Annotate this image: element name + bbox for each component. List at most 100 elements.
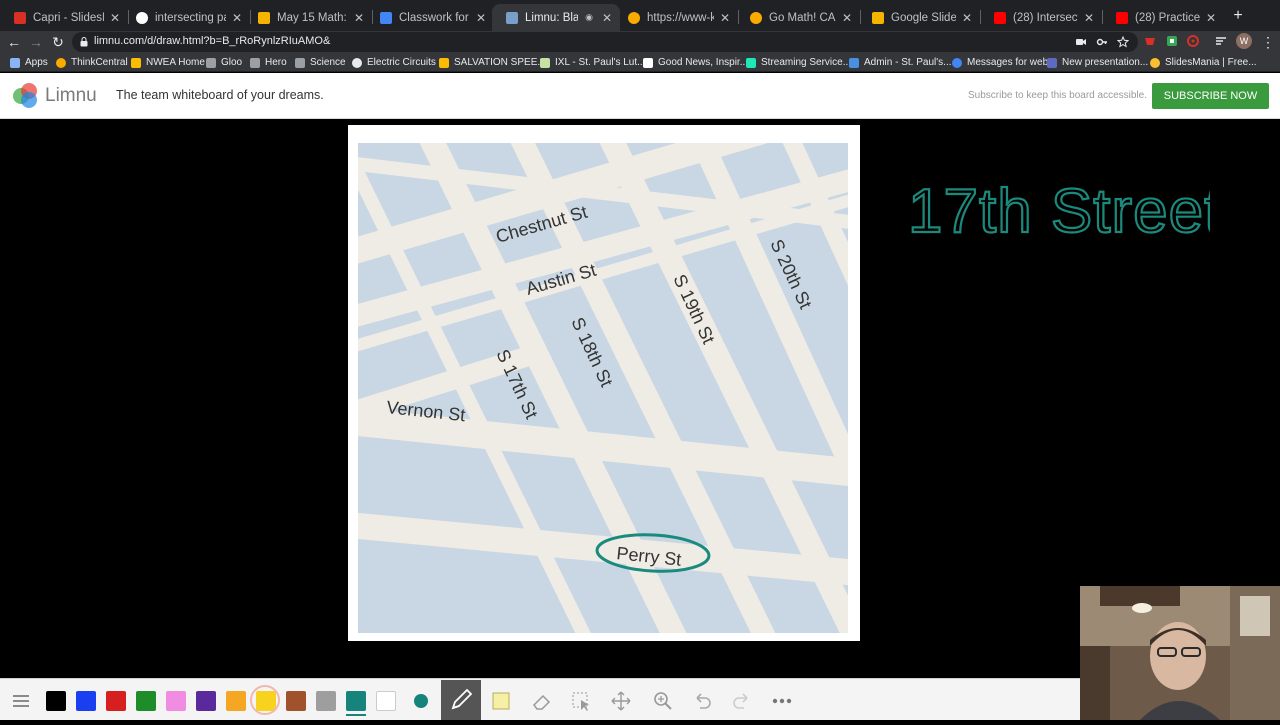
limnu-logo[interactable]: Limnu xyxy=(11,82,101,110)
tab-k6-think[interactable]: https://www-k6.thin ✕ xyxy=(614,4,738,31)
bookmark-new-presentation[interactable]: New presentation... xyxy=(1047,55,1148,70)
tab-title: (28) Practice Paralle xyxy=(1135,11,1200,24)
move-icon[interactable] xyxy=(608,688,634,714)
tab-google-slides[interactable]: Google Slides ✕ xyxy=(858,4,980,31)
handwritten-17th-street[interactable]: 17th Street xyxy=(900,170,1210,250)
bookmark-label: Science xyxy=(310,57,346,68)
extension-target-icon[interactable] xyxy=(1186,34,1200,48)
undo-icon[interactable] xyxy=(689,688,715,714)
color-swatch[interactable] xyxy=(316,691,336,711)
bookmark-salvation[interactable]: SALVATION SPEE... xyxy=(439,55,546,70)
extension-red-icon[interactable] xyxy=(1143,34,1157,48)
tab-title: Classwork for Fourth xyxy=(399,11,470,24)
bookmark-label: NWEA Home xyxy=(146,57,205,68)
camera-icon[interactable] xyxy=(1075,36,1087,48)
app-header: Limnu The team whiteboard of your dreams… xyxy=(0,73,1280,119)
color-swatch[interactable] xyxy=(166,691,186,711)
slidesmania-icon xyxy=(1150,57,1160,68)
reload-button[interactable]: ↻ xyxy=(48,32,68,52)
bookmark-thinkcentral[interactable]: ThinkCentral xyxy=(56,55,128,70)
bookmark-good-news[interactable]: Good News, Inspir... xyxy=(643,55,748,70)
back-button[interactable]: ← xyxy=(4,32,24,52)
street-map-image[interactable]: Chestnut St Austin St Vernon St S 17th S… xyxy=(348,125,860,641)
color-swatch[interactable] xyxy=(46,691,66,711)
address-bar[interactable]: limnu.com/d/draw.html?b=B_rRoRynlzRIuAMO… xyxy=(72,32,1138,52)
nwea-icon xyxy=(131,57,141,68)
close-icon[interactable]: ✕ xyxy=(840,11,854,25)
thinkcentral-icon xyxy=(56,57,66,68)
bookmark-electric-circuits[interactable]: Electric Circuits xyxy=(352,55,436,70)
tab-may15-math[interactable]: May 15 Math: Paralle ✕ xyxy=(244,4,372,31)
color-swatch[interactable] xyxy=(226,691,246,711)
close-icon[interactable]: ✕ xyxy=(718,11,732,25)
key-icon[interactable] xyxy=(1096,36,1108,48)
tab-limnu[interactable]: Limnu: Blackboa ◉ ✕ xyxy=(492,4,620,31)
bookmark-slidesmania[interactable]: SlidesMania | Free... xyxy=(1150,55,1257,70)
bookmark-label: Electric Circuits xyxy=(367,57,436,68)
new-tab-button[interactable]: + xyxy=(1229,6,1247,26)
bookmark-admin[interactable]: Admin - St. Paul's... xyxy=(849,55,952,70)
pen-tool-selected[interactable] xyxy=(441,680,481,720)
color-swatch[interactable] xyxy=(106,691,126,711)
select-icon[interactable] xyxy=(568,688,594,714)
bookmark-nwea[interactable]: NWEA Home xyxy=(131,55,205,70)
star-icon[interactable] xyxy=(1117,36,1129,48)
bookmark-messages[interactable]: Messages for web xyxy=(952,55,1048,70)
gmail-icon xyxy=(14,11,26,24)
recording-icon: ◉ xyxy=(585,12,593,22)
messages-icon xyxy=(952,57,962,68)
close-icon[interactable]: ✕ xyxy=(108,11,122,25)
bookmark-hero[interactable]: Hero xyxy=(250,55,287,70)
color-swatch[interactable] xyxy=(196,691,216,711)
whiteboard-canvas[interactable]: Chestnut St Austin St Vernon St S 17th S… xyxy=(0,120,1280,720)
close-icon[interactable]: ✕ xyxy=(1204,11,1218,25)
tab-youtube-intersecting[interactable]: (28) Intersecting, Pa ✕ xyxy=(980,4,1102,31)
tab-go-math[interactable]: Go Math! CA Studen ✕ xyxy=(736,4,860,31)
color-swatch[interactable] xyxy=(76,691,96,711)
more-icon[interactable] xyxy=(769,688,795,714)
eraser-icon[interactable] xyxy=(528,688,554,714)
color-swatch[interactable] xyxy=(136,691,156,711)
youtube-icon xyxy=(994,11,1006,24)
bookmark-gloo[interactable]: Gloo xyxy=(206,55,242,70)
menu-icon[interactable] xyxy=(8,688,34,714)
color-swatch[interactable] xyxy=(250,685,280,715)
tab-youtube-practice[interactable]: (28) Practice Paralle ✕ xyxy=(1102,4,1224,31)
sticky-note-icon[interactable] xyxy=(488,688,514,714)
slides-icon xyxy=(872,11,884,24)
close-icon[interactable]: ✕ xyxy=(960,11,974,25)
forward-button[interactable]: → xyxy=(26,32,46,52)
color-swatch[interactable] xyxy=(376,691,396,711)
close-icon[interactable]: ✕ xyxy=(230,11,244,25)
tab-classwork[interactable]: Classwork for Fourth ✕ xyxy=(366,4,494,31)
youtube-icon xyxy=(1116,11,1128,24)
subscribe-note: Subscribe to keep this board accessible. xyxy=(968,90,1147,101)
tab-intersecting-parallel[interactable]: intersecting parallel ✕ xyxy=(122,4,250,31)
reading-list-icon[interactable] xyxy=(1214,34,1228,48)
active-color-underline xyxy=(346,714,366,716)
bookmark-science[interactable]: Science xyxy=(295,55,346,70)
profile-avatar[interactable]: W xyxy=(1236,33,1252,49)
close-icon[interactable]: ✕ xyxy=(474,11,488,25)
tab-title: intersecting parallel xyxy=(155,11,226,24)
limnu-logo-icon xyxy=(13,83,37,108)
bookmark-label: ThinkCentral xyxy=(71,57,128,68)
close-icon[interactable]: ✕ xyxy=(1082,11,1096,25)
redo-icon[interactable] xyxy=(729,688,755,714)
tab-capri[interactable]: Capri - SlidesMania ✕ xyxy=(0,4,128,31)
close-icon[interactable]: ✕ xyxy=(600,11,614,25)
extension-green-icon[interactable] xyxy=(1165,34,1179,48)
salvation-icon xyxy=(439,57,449,68)
chrome-menu-icon[interactable]: ⋮ xyxy=(1258,32,1278,52)
color-swatch[interactable] xyxy=(346,691,366,716)
slides-icon xyxy=(258,11,270,24)
bookmark-streaming[interactable]: Streaming Service... xyxy=(746,55,851,70)
close-icon[interactable]: ✕ xyxy=(352,11,366,25)
dot-icon[interactable] xyxy=(408,688,434,714)
subscribe-now-button[interactable]: SUBSCRIBE NOW xyxy=(1152,83,1269,109)
bookmark-apps[interactable]: Apps xyxy=(10,55,48,70)
url-text: limnu.com/d/draw.html?b=B_rRoRynlzRIuAMO… xyxy=(94,35,331,47)
zoom-icon[interactable] xyxy=(650,688,676,714)
bookmark-ixl[interactable]: IXL - St. Paul's Lut... xyxy=(540,55,645,70)
color-swatch[interactable] xyxy=(286,691,306,711)
